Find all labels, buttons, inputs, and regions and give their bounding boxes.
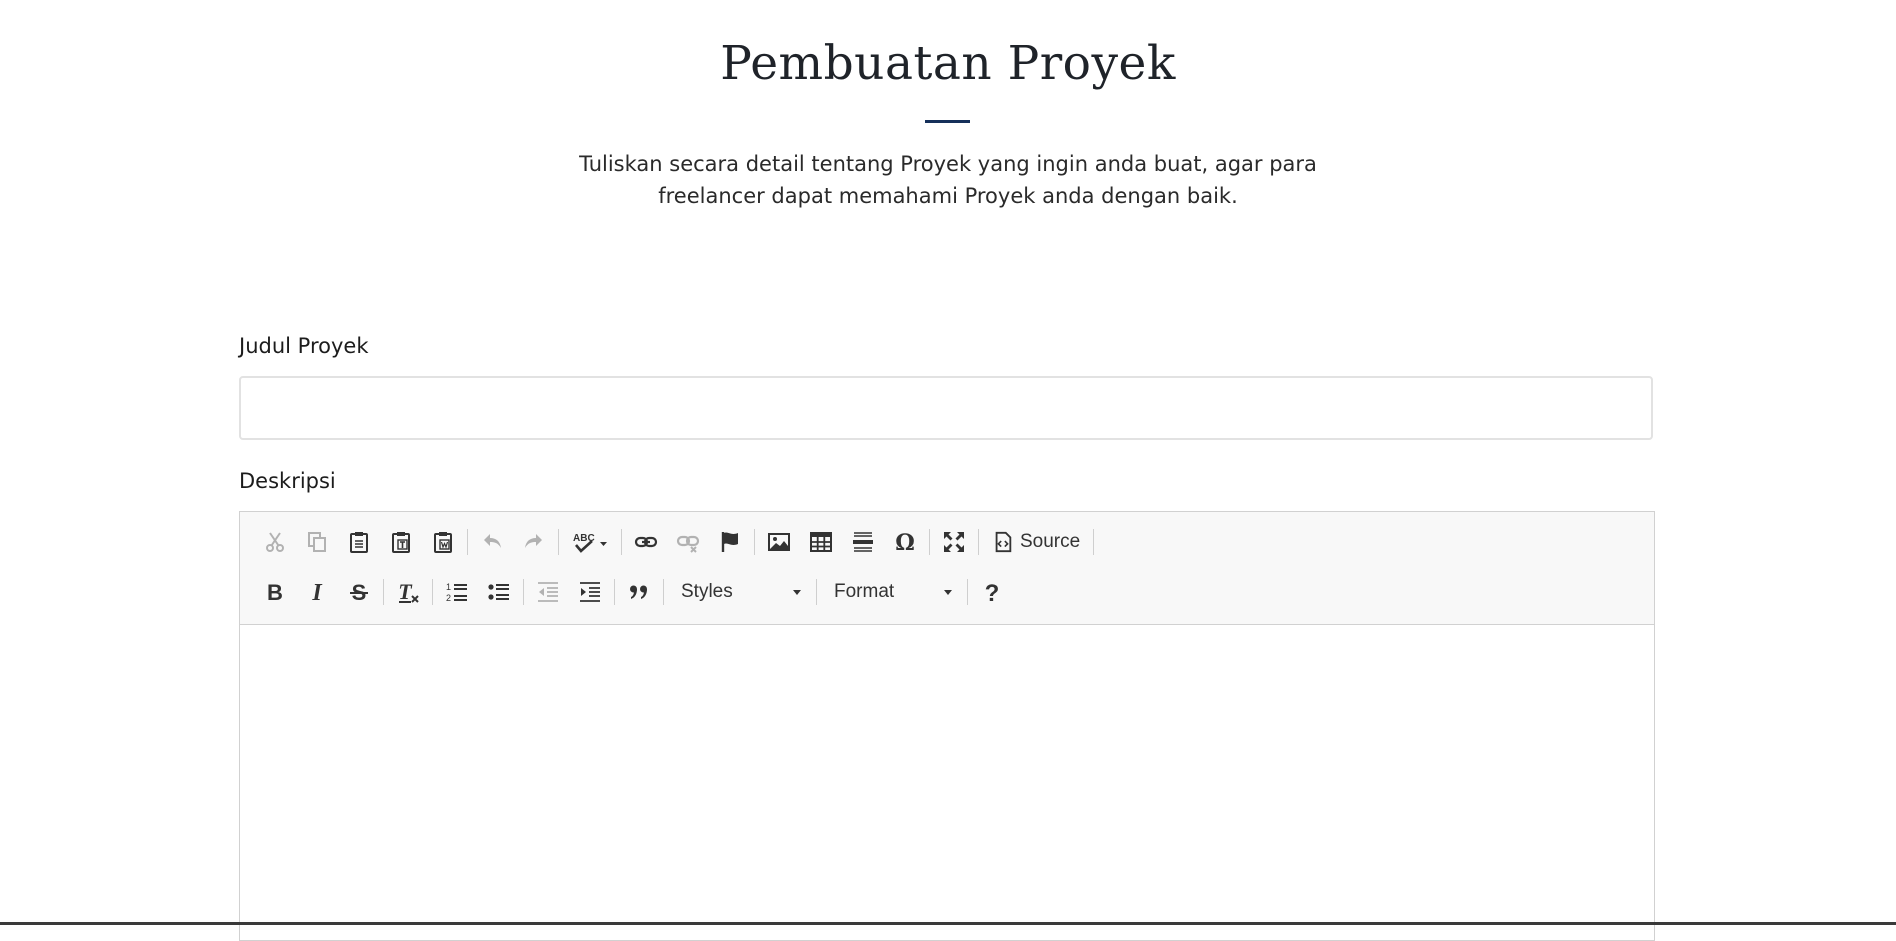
description-editor: ABC Ω Source B I T 1 2 Styles Format ?: [239, 511, 1655, 941]
toolbar-separator: [967, 579, 968, 605]
anchor-button[interactable]: [709, 525, 751, 559]
copy-icon: [308, 532, 326, 552]
maximize-icon: [944, 532, 964, 552]
svg-text:T: T: [398, 580, 413, 604]
toolbar-separator: [1093, 529, 1095, 555]
toolbar-separator: [383, 579, 384, 605]
page-subtitle: Tuliskan secara detail tentang Proyek ya…: [579, 152, 1317, 208]
unlink-icon: [676, 535, 700, 553]
description-label: Deskripsi: [239, 469, 336, 493]
source-button-label: Source: [1020, 531, 1081, 552]
blockquote-button[interactable]: [618, 575, 660, 609]
paste-button[interactable]: [338, 525, 380, 559]
toolbar-separator: [816, 579, 817, 605]
paste-word-button[interactable]: [422, 525, 464, 559]
numbered-list-icon: 12: [446, 582, 467, 603]
redo-icon: [525, 534, 542, 548]
bulleted-list-button[interactable]: [478, 575, 520, 609]
format-dropdown[interactable]: Format: [820, 575, 964, 609]
undo-icon: [484, 534, 501, 548]
format-dropdown-label: Format: [834, 581, 895, 602]
toolbar-separator: [558, 529, 559, 555]
styles-dropdown-label: Styles: [681, 581, 733, 602]
source-document-icon: [995, 531, 1012, 553]
unlink-button[interactable]: [667, 525, 709, 559]
maximize-button[interactable]: [933, 525, 975, 559]
cut-button[interactable]: [254, 525, 296, 559]
scissors-icon: [266, 532, 284, 552]
outdent-icon: [538, 582, 558, 602]
spellcheck-button[interactable]: ABC: [562, 525, 618, 559]
clipboard-icon: [350, 532, 368, 553]
horizontal-line-button[interactable]: [842, 525, 884, 559]
bold-icon: B: [267, 580, 283, 604]
image-icon: [768, 533, 790, 551]
italic-icon: I: [311, 580, 323, 604]
project-title-label: Judul Proyek: [239, 334, 369, 358]
italic-button[interactable]: I: [296, 575, 338, 609]
help-icon: ?: [985, 580, 1000, 604]
special-char-button[interactable]: Ω: [884, 525, 926, 559]
bulleted-list-icon: [488, 584, 509, 600]
omega-icon: Ω: [895, 530, 915, 554]
table-icon: [810, 532, 832, 552]
copy-button[interactable]: [296, 525, 338, 559]
increase-indent-button[interactable]: [569, 575, 611, 609]
svg-text:1: 1: [446, 582, 451, 592]
toolbar-separator: [432, 579, 433, 605]
remove-format-icon: T: [398, 580, 419, 604]
page-title: Pembuatan Proyek: [720, 36, 1176, 91]
bold-button[interactable]: B: [254, 575, 296, 609]
toolbar-separator: [621, 529, 622, 555]
link-icon: [634, 536, 658, 548]
horizontal-rule-icon: [853, 532, 873, 552]
source-button[interactable]: Source: [982, 525, 1090, 559]
flag-icon: [721, 532, 738, 552]
editor-toolbar: ABC Ω Source B I T 1 2 Styles Format ?: [240, 512, 1654, 625]
clipboard-text-icon: [392, 532, 410, 553]
editor-content-area[interactable]: [240, 625, 1654, 940]
toolbar-row-1: ABC Ω Source: [254, 525, 1097, 559]
toolbar-separator: [929, 529, 930, 555]
image-button[interactable]: [758, 525, 800, 559]
redo-button[interactable]: [513, 525, 555, 559]
title-divider: [925, 120, 970, 123]
chevron-down-icon: [944, 589, 952, 595]
clipboard-word-icon: [434, 532, 452, 553]
spellcheck-icon: ABC: [573, 533, 607, 553]
toolbar-separator: [754, 529, 755, 555]
svg-text:I: I: [311, 580, 323, 604]
svg-text:Ω: Ω: [895, 530, 915, 554]
svg-text:?: ?: [985, 580, 1000, 604]
toolbar-separator: [523, 579, 524, 605]
svg-text:2: 2: [446, 593, 451, 603]
toolbar-separator: [978, 529, 979, 555]
toolbar-separator: [614, 579, 615, 605]
project-title-input[interactable]: [239, 376, 1653, 440]
strikethrough-button[interactable]: S: [338, 575, 380, 609]
remove-format-button[interactable]: T: [387, 575, 429, 609]
strikethrough-icon: S: [350, 580, 368, 604]
decrease-indent-button[interactable]: [527, 575, 569, 609]
undo-button[interactable]: [471, 525, 513, 559]
indent-icon: [580, 582, 600, 602]
chevron-down-icon: [793, 589, 801, 595]
paste-text-button[interactable]: [380, 525, 422, 559]
toolbar-row-2: B I S T 12: [254, 575, 1013, 609]
toolbar-separator: [663, 579, 664, 605]
numbered-list-button[interactable]: 12: [436, 575, 478, 609]
styles-dropdown[interactable]: Styles: [667, 575, 813, 609]
help-button[interactable]: ?: [971, 575, 1013, 609]
toolbar-separator: [467, 529, 468, 555]
link-button[interactable]: [625, 525, 667, 559]
svg-text:B: B: [267, 580, 283, 604]
quote-icon: [630, 585, 647, 599]
table-button[interactable]: [800, 525, 842, 559]
